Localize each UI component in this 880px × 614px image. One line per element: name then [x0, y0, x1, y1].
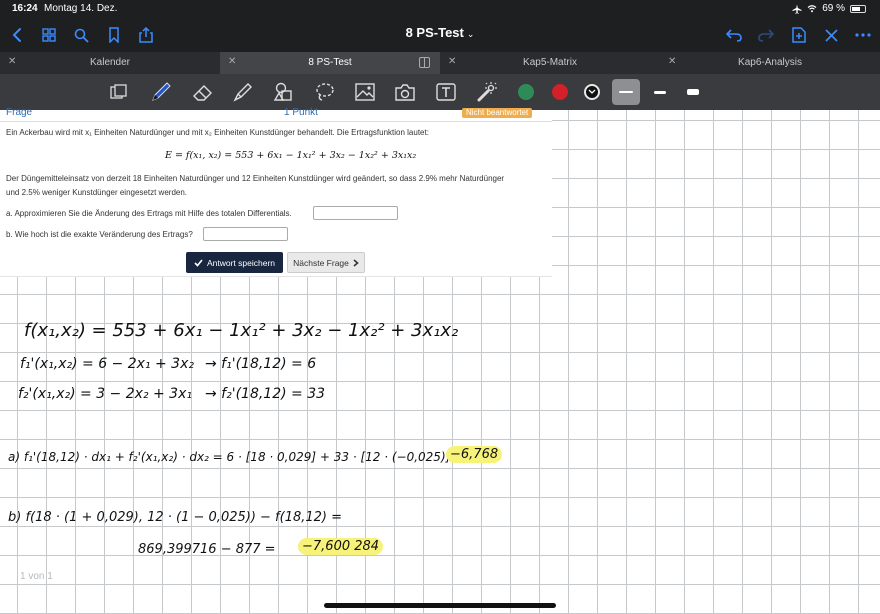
close-icon[interactable]: [820, 24, 842, 46]
camera-icon[interactable]: [394, 81, 416, 103]
pen-icon[interactable]: [150, 81, 172, 103]
document-title-text: 8 PS-Test: [405, 25, 464, 40]
quiz-divider: [0, 276, 552, 277]
app-window: 16:24 Montag 14. Dez. 69 % 8 PS-Test ⌄ ✕…: [0, 0, 880, 614]
question-intro: Ein Ackerbau wird mit x₁ Einheiten Natur…: [6, 128, 429, 137]
note-partial-2: f₂'(x₁,x₂) = 3 − 2x₂ + 3x₁: [18, 386, 192, 402]
grid-icon[interactable]: [38, 24, 60, 46]
yield-formula: E = f(x₁, x₂) = 553 + 6x₁ − 1x₁² + 3x₂ −…: [165, 150, 417, 161]
split-view-icon[interactable]: [419, 57, 430, 68]
answer-b-input[interactable]: [203, 227, 288, 241]
undo-icon[interactable]: [723, 24, 745, 46]
lasso-icon[interactable]: [314, 81, 336, 103]
answer-a-input[interactable]: [313, 206, 398, 220]
question-a: a. Approximieren Sie die Änderung des Er…: [6, 209, 292, 218]
question-points: 1 Punkt: [284, 107, 318, 118]
page-indicator: 1 von 1: [20, 571, 53, 582]
question-header: Frage 1 Punkt Nicht beantwortet: [0, 107, 552, 122]
battery-fill: [852, 6, 860, 11]
status-bar: 16:24 Montag 14. Dez. 69 %: [0, 0, 880, 18]
share-icon[interactable]: [135, 24, 157, 46]
next-question-button[interactable]: Nächste Frage: [287, 252, 365, 273]
color-black[interactable]: [584, 84, 600, 100]
color-red[interactable]: [552, 84, 568, 100]
eraser-icon[interactable]: [192, 81, 214, 103]
status-indicators: 69 %: [792, 3, 866, 14]
question-b: b. Wie hoch ist die exakte Veränderung d…: [6, 230, 193, 239]
save-answer-label: Antwort speichern: [206, 257, 276, 268]
note-function: f(x₁,x₂) = 553 + 6x₁ − 1x₁² + 3x₂ − 1x₂²…: [24, 320, 459, 341]
tab-label: Kap5-Matrix: [523, 57, 577, 68]
tab-bar: ✕ Kalender ✕ 8 PS-Test ✕ Kap5-Matrix ✕ K…: [0, 52, 880, 74]
notebook-page[interactable]: Frage 1 Punkt Nicht beantwortet Ein Acke…: [0, 107, 880, 614]
checkmark-icon: [194, 258, 203, 267]
battery-percent: 69 %: [822, 3, 845, 14]
search-icon[interactable]: [70, 24, 92, 46]
stroke-width-thick[interactable]: [679, 79, 707, 105]
chevron-down-icon: ⌄: [466, 29, 475, 39]
stroke-width-medium[interactable]: [646, 79, 674, 105]
note-partial-1: f₁'(x₁,x₂) = 6 − 2x₁ + 3x₂: [20, 356, 194, 372]
note-partial-1-value: → f₁'(18,12) = 6: [205, 356, 317, 372]
tab-kap5-matrix[interactable]: ✕ Kap5-Matrix: [440, 52, 660, 74]
laser-pointer-icon[interactable]: [476, 81, 498, 103]
note-answer-b-calc: 869,399716 − 877 =: [138, 542, 276, 557]
note-result-a: −6,768: [446, 446, 503, 463]
quiz-snippet: Frage 1 Punkt Nicht beantwortet Ein Acke…: [0, 107, 552, 277]
tab-label: 8 PS-Test: [308, 57, 352, 68]
status-date: Montag 14. Dez.: [44, 3, 118, 14]
question-change-line2: und 2.5% weniger Kunstdünger eingesetzt …: [6, 188, 188, 197]
note-result-b: −7,600 284: [298, 538, 384, 555]
question-change-line1: Der Düngemitteleinsatz von derzeit 18 Ei…: [6, 174, 505, 183]
document-title[interactable]: 8 PS-Test ⌄: [340, 25, 540, 40]
image-icon[interactable]: [354, 81, 376, 103]
nav-bar: 8 PS-Test ⌄: [0, 18, 880, 52]
readonly-icon[interactable]: [108, 81, 130, 103]
note-answer-b: b) f(18 · (1 + 0,029), 12 · (1 − 0,025))…: [8, 510, 343, 525]
tab-label: Kalender: [89, 57, 131, 68]
shapes-icon[interactable]: [273, 81, 295, 103]
text-icon[interactable]: [435, 81, 457, 103]
tab-8-ps-test[interactable]: ✕ 8 PS-Test: [220, 52, 440, 74]
more-icon[interactable]: [852, 24, 874, 46]
chevron-right-icon: [353, 258, 359, 267]
status-badge: Nicht beantwortet: [462, 108, 533, 118]
question-label: Frage: [6, 107, 33, 118]
add-page-icon[interactable]: [788, 24, 810, 46]
wifi-icon: [807, 5, 817, 13]
stroke-width-thin[interactable]: [612, 79, 640, 105]
save-answer-button[interactable]: Antwort speichern: [186, 252, 283, 273]
bookmark-icon[interactable]: [103, 24, 125, 46]
tab-kap6-analysis[interactable]: ✕ Kap6-Analysis: [660, 52, 880, 74]
battery-icon: [850, 4, 866, 13]
chevron-left-icon[interactable]: [6, 24, 28, 46]
color-green[interactable]: [518, 84, 534, 100]
drawing-toolbar: [0, 74, 880, 110]
note-partial-2-value: → f₂'(18,12) = 33: [205, 386, 326, 402]
tab-kalender[interactable]: ✕ Kalender: [0, 52, 220, 74]
note-answer-a: a) f₁'(18,12) · dx₁ + f₂'(x₁,x₂) · dx₂ =…: [8, 450, 465, 464]
redo-icon[interactable]: [755, 24, 777, 46]
next-question-label: Nächste Frage: [293, 257, 349, 268]
highlighter-icon[interactable]: [232, 81, 254, 103]
home-indicator: [324, 603, 556, 608]
tab-label: Kap6-Analysis: [738, 57, 802, 68]
airplane-icon: [792, 4, 802, 14]
status-time: 16:24: [12, 3, 38, 14]
